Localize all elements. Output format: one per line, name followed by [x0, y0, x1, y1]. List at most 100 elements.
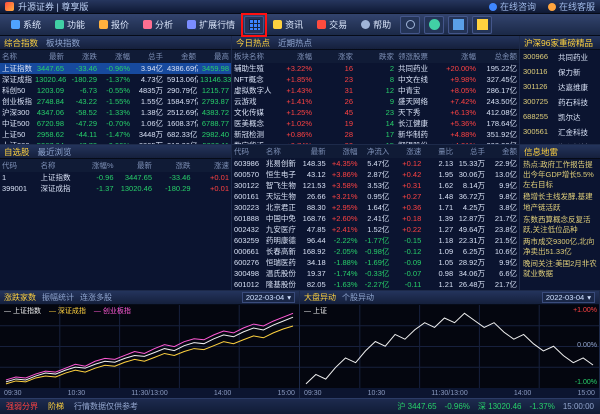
chat-icon	[489, 3, 497, 11]
table-row[interactable]: 科创501203.09-6.73-0.55%4835万290.79亿1215.7…	[0, 85, 231, 96]
right-chart-date-select[interactable]: 2022-03-04▾	[542, 292, 595, 303]
system-icon	[11, 20, 20, 29]
quote-icon	[99, 20, 108, 29]
table-row[interactable]: 沪深3004347.06-58.52-1.33%1.38亿2512.69亿438…	[0, 107, 231, 118]
featured-panel-title: 沪深96家重磅精品	[524, 37, 593, 49]
table-row[interactable]: 中证5006720.98-47.29-0.70%1.06亿1608.37亿678…	[0, 118, 231, 129]
list-item[interactable]: 300501海顺新材	[520, 140, 600, 144]
right-chart-plot[interactable]: — 上证+1.00%0.00%-1.00%	[300, 305, 599, 388]
table-row[interactable]: 600570恒生电子43.12+3.86%2.87亿+0.421.9530.06…	[232, 169, 519, 180]
tab-watchlist[interactable]: 自选股	[4, 146, 30, 158]
time-label: 09:30	[304, 390, 322, 397]
news-line: 两市成交9300亿,北向净卖出51.33亿	[520, 236, 600, 258]
list-item[interactable]: 300725药石科技	[520, 95, 600, 110]
news-line: 东数西算概念反复活跃,关注低位品种	[520, 214, 600, 236]
news-line: 晚间关注:美国2月非农就业数据	[520, 258, 600, 280]
quote-grid-button[interactable]	[244, 16, 264, 34]
status-bar: 强弱分界 阶梯 行情数据仅供参考 沪 3447.65-0.96%深 13020.…	[0, 398, 600, 414]
time-label: 11:30/13:00	[431, 390, 467, 397]
hot-sectors-panel: 今日热点 近期热点 板块名称涨幅涨家跌家领涨股票涨幅总金额辅助生殖+3.22%1…	[232, 36, 520, 144]
status-value: 沪 3447.65	[397, 402, 436, 411]
tab-sector-index[interactable]: 板块指数	[46, 37, 80, 49]
list-item[interactable]: 301126达嘉维康	[520, 80, 600, 95]
table-row[interactable]: 云游戏+1.41%269盛天网络+7.42%243.50亿	[232, 96, 519, 107]
table-row[interactable]: 1上证指数-0.963447.65-33.46+0.01	[0, 172, 231, 183]
menu-analysis[interactable]: 分析	[136, 14, 180, 35]
favorite-button[interactable]	[472, 16, 492, 34]
status-value: -0.96%	[445, 402, 470, 411]
status-value: 深 13020.46	[478, 402, 522, 411]
online-consult-link[interactable]: 在线咨询	[489, 0, 536, 13]
table-row[interactable]: 上证指数3447.65-33.46-0.96%3.94亿4386.69亿3459…	[0, 63, 231, 74]
online-service-label: 在线客服	[559, 0, 595, 13]
menu-ext-quote[interactable]: 扩展行情	[180, 14, 242, 35]
right-chart-time-axis: 09:3010:3011:30/13:0014:0015:00	[300, 388, 599, 398]
time-label: 10:30	[368, 390, 386, 397]
table-row[interactable]: 600276恒瑞医药34.18-1.88%-1.69亿-0.091.0528.9…	[232, 257, 519, 268]
table-row[interactable]: NFT概念+1.85%238中文在线+9.98%327.45亿	[232, 74, 519, 85]
menu-news[interactable]: 资讯	[266, 14, 310, 35]
table-row[interactable]: 000661长春高新168.92-2.05%-0.98亿-0.121.096.2…	[232, 246, 519, 257]
menu-trade[interactable]: 交易	[310, 14, 354, 35]
featured-stocks-list: 300966共同药业300116保力新301126达嘉维康300725药石科技6…	[520, 50, 600, 144]
table-row[interactable]: 300122智飞生物121.53+3.58%3.53亿+0.311.628.14…	[232, 180, 519, 191]
list-item[interactable]: 300966共同药业	[520, 50, 600, 65]
menu-quote[interactable]: 报价	[92, 14, 136, 35]
hot-sectors-table: 板块名称涨幅涨家跌家领涨股票涨幅总金额辅助生殖+3.22%162共同药业+20.…	[232, 50, 519, 144]
table-row[interactable]: 辅助生殖+3.22%162共同药业+20.00%195.22亿	[232, 63, 519, 74]
table-row[interactable]: 603259药明康德96.44-2.22%-1.77亿-0.151.1822.3…	[232, 235, 519, 246]
menu-help[interactable]: 帮助	[354, 14, 398, 35]
list-item[interactable]: 300116保力新	[520, 65, 600, 80]
table-row[interactable]: 300223北京君正88.30+2.95%1.64亿+0.361.714.25万…	[232, 202, 519, 213]
list-item[interactable]: 688255凯尔达	[520, 110, 600, 125]
online-consult-label: 在线咨询	[500, 0, 536, 13]
list-item[interactable]: 300561汇金科技	[520, 125, 600, 140]
tab-recent-hot[interactable]: 近期热点	[278, 37, 312, 49]
table-row[interactable]: 601888中国中免168.76+2.60%2.41亿+0.181.3912.8…	[232, 213, 519, 224]
refresh-button[interactable]	[424, 16, 444, 34]
menu-system[interactable]: 系统	[4, 14, 48, 35]
table-row[interactable]: 上证3805267.04-47.72-0.90%2865万312.06亿5303…	[0, 140, 231, 144]
movers-panel: 代码名称最新涨幅净流入涨速量比总手金额603986兆易创新148.35+4.35…	[232, 145, 520, 290]
chart-tab[interactable]: 个股异动	[342, 292, 374, 303]
table-row[interactable]: 600161天坛生物26.66+3.21%0.95亿+0.271.4836.72…	[232, 191, 519, 202]
table-row[interactable]: 数字货币+0.74%2215御银股份+4.21%298.33亿	[232, 140, 519, 144]
table-row[interactable]: 深证成指13020.46-180.29-1.37%4.73亿5913.06亿13…	[0, 74, 231, 85]
left-chart-time-axis: 09:3010:3011:30/13:0014:0015:00	[0, 388, 299, 398]
search-icon	[406, 20, 415, 29]
status-ladder[interactable]: 阶梯	[48, 401, 64, 412]
menu-bar: 系统功能报价分析扩展行情 资讯交易帮助	[0, 14, 600, 36]
chart-tab[interactable]: 大盘异动	[304, 292, 336, 303]
table-row[interactable]: 601012隆基股份82.05-1.63%-2.27亿-0.111.2126.4…	[232, 279, 519, 290]
menu-function[interactable]: 功能	[48, 14, 92, 35]
chart-tab[interactable]: 振幅统计	[42, 292, 74, 303]
trade-icon	[317, 20, 326, 29]
table-row[interactable]: 002432九安医疗47.85+2.41%1.52亿+0.221.2749.64…	[232, 224, 519, 235]
left-chart-tabs: 涨跌家数振幅统计连涨多股	[4, 292, 112, 303]
table-row[interactable]: 医美概念+1.02%1914长江健康+5.36%178.64亿	[232, 118, 519, 129]
table-row[interactable]: 399001深证成指-1.3713020.46-180.29+0.01	[0, 183, 231, 194]
tab-today-hot[interactable]: 今日热点	[236, 37, 270, 49]
refresh-icon	[429, 19, 440, 30]
table-row[interactable]: 创业板指2748.84-43.22-1.55%1.55亿1584.97亿2793…	[0, 96, 231, 107]
tab-recently-viewed[interactable]: 最近浏览	[38, 146, 72, 158]
table-row[interactable]: 603986兆易创新148.35+4.35%5.47亿+0.122.1315.3…	[232, 158, 519, 169]
table-row[interactable]: 300498温氏股份19.37-1.74%-0.33亿-0.070.9834.0…	[232, 268, 519, 279]
watchlist-panel: 自选股 最近浏览 代码名称涨幅%最新涨跌涨速1上证指数-0.963447.65-…	[0, 145, 232, 290]
left-chart-date-select[interactable]: 2022-03-04▾	[242, 292, 295, 303]
tab-composite-index[interactable]: 综合指数	[4, 37, 38, 49]
search-button[interactable]	[400, 16, 420, 34]
movers-table: 代码名称最新涨幅净流入涨速量比总手金额603986兆易创新148.35+4.35…	[232, 145, 519, 290]
extq-icon	[187, 20, 196, 29]
online-service-link[interactable]: 在线客服	[548, 0, 595, 13]
table-row[interactable]: 新冠检测+0.86%2817新华制药+4.88%351.92亿	[232, 129, 519, 140]
time-label: 14:00	[514, 390, 532, 397]
table-row[interactable]: 虚拟数字人+1.43%3112中青宝+8.05%286.17亿	[232, 85, 519, 96]
table-row[interactable]: 上证502958.62-44.11-1.47%3448万682.33亿2982.…	[0, 129, 231, 140]
table-row[interactable]: 文化传媒+1.25%4523天下秀+6.13%412.08亿	[232, 107, 519, 118]
status-strength-divide[interactable]: 强弱分界	[6, 401, 38, 412]
chart-tab[interactable]: 涨跌家数	[4, 292, 36, 303]
fullscreen-button[interactable]	[448, 16, 468, 34]
left-chart-plot[interactable]: — 上证指数— 深证成指— 创业板指	[0, 305, 299, 388]
chart-tab[interactable]: 连涨多股	[80, 292, 112, 303]
